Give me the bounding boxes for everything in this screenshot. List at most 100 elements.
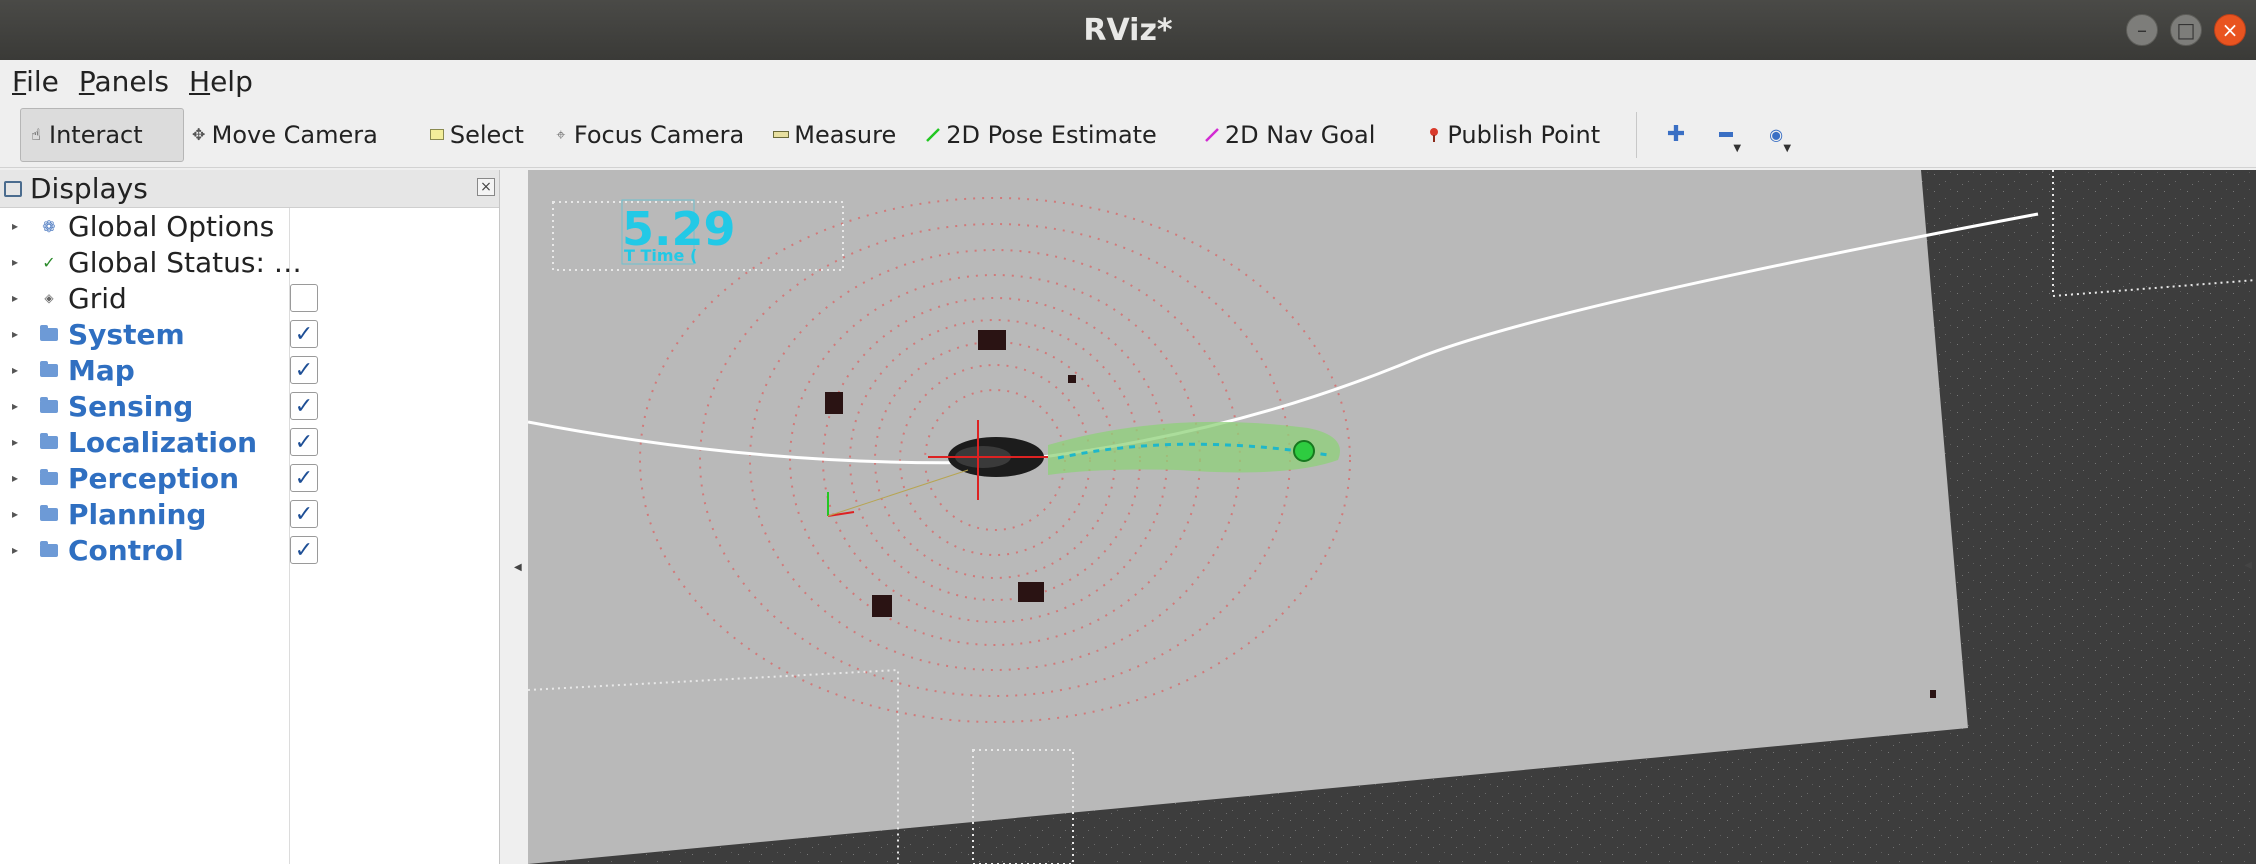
speed-overlay: 5.29 T Time ( (621, 199, 736, 265)
tool-publish-point[interactable]: Publish Point (1397, 108, 1622, 162)
displays-panel-header: Displays × (0, 170, 499, 208)
select-icon (428, 126, 446, 144)
tool-focus-camera-label: Focus Camera (573, 120, 745, 149)
tool-2d-pose-estimate-label: 2D Pose Estimate (946, 120, 1157, 149)
maximize-icon[interactable]: □ (2170, 14, 2202, 46)
eye-icon: ◉ (1769, 125, 1784, 144)
expand-arrow-icon[interactable]: ▸ (4, 291, 26, 305)
check-icon: ✓ (42, 252, 56, 272)
overlay-caption: T Time ( (624, 246, 697, 265)
window-controls: – □ × (2126, 14, 2246, 46)
display-item-global-options[interactable]: ▸ ❁ Global Options (0, 208, 498, 244)
display-item-system[interactable]: ▸ System ✓ (0, 316, 498, 352)
folder-icon (38, 323, 60, 345)
display-item-label: Control (68, 533, 184, 567)
menu-file[interactable]: File (12, 65, 59, 98)
tool-focus-camera[interactable]: ⌖ Focus Camera (546, 108, 766, 162)
tool-2d-nav-goal-label: 2D Nav Goal (1224, 120, 1376, 149)
expand-arrow-icon[interactable]: ▸ (4, 435, 26, 449)
expand-arrow-icon[interactable]: ▸ (4, 255, 26, 269)
display-item-label: Sensing (68, 389, 194, 423)
render-viewport[interactable]: ◀ 5.29 T Time ( (528, 170, 2256, 864)
tool-bar: ☝ Interact ✥ Move Camera Select ⌖ Focus … (0, 102, 2256, 168)
menu-panels-mnemonic: P (78, 64, 95, 98)
folder-icon (38, 503, 60, 525)
folder-icon (38, 359, 60, 381)
goal-marker (1293, 440, 1315, 462)
display-item-sensing[interactable]: ▸ Sensing ✓ (0, 388, 498, 424)
menu-help-mnemonic: H (189, 64, 211, 98)
expand-arrow-icon[interactable]: ▸ (4, 507, 26, 521)
collapse-left-icon[interactable]: ◀ (514, 562, 522, 573)
minimize-icon[interactable]: – (2126, 14, 2158, 46)
display-item-control[interactable]: ▸ Control ✓ (0, 532, 498, 568)
tool-2d-nav-goal[interactable]: 2D Nav Goal (1179, 108, 1398, 162)
display-item-label: Global Status: … (68, 245, 302, 279)
displays-panel-title: Displays (30, 172, 148, 205)
tool-select-label: Select (449, 120, 524, 149)
displays-panel: Displays × ▸ ❁ Global Options ▸ ✓ Global… (0, 170, 500, 864)
remove-tool-button[interactable]: ▼ (1701, 108, 1751, 162)
expand-arrow-icon[interactable]: ▸ (4, 327, 26, 341)
expand-arrow-icon[interactable]: ▸ (4, 399, 26, 413)
panel-splitter[interactable]: ◀ (500, 170, 528, 864)
tool-publish-point-label: Publish Point (1447, 120, 1601, 149)
sensing-checkbox[interactable]: ✓ (290, 392, 318, 420)
tool-interact-label: Interact (49, 120, 143, 149)
display-item-global-status[interactable]: ▸ ✓ Global Status: … (0, 244, 498, 280)
display-item-localization[interactable]: ▸ Localization ✓ (0, 424, 498, 460)
display-item-label: Grid (68, 281, 127, 315)
folder-icon (38, 539, 60, 561)
expand-arrow-icon[interactable]: ▸ (4, 471, 26, 485)
display-item-label: Planning (68, 497, 207, 531)
tool-measure[interactable]: Measure (766, 108, 918, 162)
display-item-label: Global Options (68, 209, 275, 243)
map-checkbox[interactable]: ✓ (290, 356, 318, 384)
folder-icon (38, 395, 60, 417)
pose-arrow-icon (924, 126, 942, 144)
expand-arrow-icon[interactable]: ▸ (4, 363, 26, 377)
grid-icon: ◈ (44, 291, 54, 305)
display-item-planning[interactable]: ▸ Planning ✓ (0, 496, 498, 532)
grid-checkbox[interactable] (290, 284, 318, 312)
close-panel-icon[interactable]: × (477, 178, 495, 196)
menu-panels-label: anels (94, 64, 170, 98)
tool-move-camera-label: Move Camera (211, 120, 378, 149)
tool-move-camera[interactable]: ✥ Move Camera (184, 108, 400, 162)
close-icon[interactable]: × (2214, 14, 2246, 46)
pin-icon (1425, 126, 1443, 144)
display-item-label: Map (68, 353, 135, 387)
add-tool-button[interactable]: ✚ (1651, 108, 1701, 162)
dropdown-arrow-icon: ▼ (1733, 142, 1742, 154)
dropdown-arrow-icon: ▼ (1783, 142, 1792, 154)
view-tool-button[interactable]: ◉ ▼ (1751, 108, 1801, 162)
menu-file-label: ile (26, 64, 59, 98)
display-item-perception[interactable]: ▸ Perception ✓ (0, 460, 498, 496)
perception-checkbox[interactable]: ✓ (290, 464, 318, 492)
menu-bar: File Panels Help (0, 60, 2256, 102)
gear-icon: ❁ (42, 216, 56, 236)
display-item-label: Localization (68, 425, 258, 459)
menu-help-label: elp (210, 64, 253, 98)
expand-arrow-icon[interactable]: ▸ (4, 219, 26, 233)
hand-icon: ☝ (31, 125, 41, 144)
folder-icon (38, 431, 60, 453)
control-checkbox[interactable]: ✓ (290, 536, 318, 564)
menu-panels[interactable]: Panels (79, 65, 169, 98)
tool-2d-pose-estimate[interactable]: 2D Pose Estimate (918, 108, 1179, 162)
display-item-label: System (68, 317, 185, 351)
tool-select[interactable]: Select (400, 108, 546, 162)
tool-interact[interactable]: ☝ Interact (20, 107, 184, 162)
window-title: RViz* (1083, 12, 1173, 48)
expand-arrow-icon[interactable]: ▸ (4, 543, 26, 557)
localization-checkbox[interactable]: ✓ (290, 428, 318, 456)
folder-icon (38, 467, 60, 489)
system-checkbox[interactable]: ✓ (290, 320, 318, 348)
display-item-map[interactable]: ▸ Map ✓ (0, 352, 498, 388)
collapse-right-icon[interactable]: ◀ (2244, 560, 2252, 571)
menu-help[interactable]: Help (189, 65, 253, 98)
display-item-grid[interactable]: ▸ ◈ Grid (0, 280, 498, 316)
planning-checkbox[interactable]: ✓ (290, 500, 318, 528)
display-item-label: Perception (68, 461, 240, 495)
nav-arrow-icon (1203, 126, 1221, 144)
